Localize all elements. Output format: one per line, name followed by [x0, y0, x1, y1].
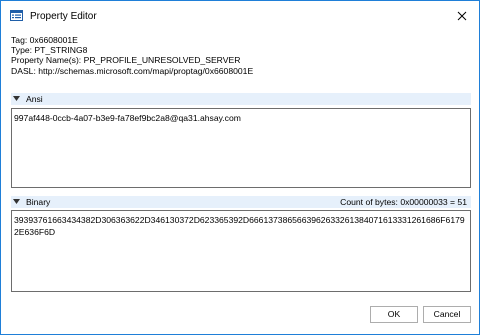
binary-textbox[interactable]: 39393761663434382D306363622D346130372D62… — [11, 210, 471, 292]
chevron-down-icon[interactable] — [13, 96, 20, 102]
ansi-section-header[interactable]: Ansi — [11, 93, 471, 105]
property-editor-icon — [10, 10, 23, 21]
ansi-value: 997af448-0ccb-4a07-b3e9-fa78ef9bc2a8@qa3… — [14, 113, 241, 123]
binary-section-header[interactable]: Binary Count of bytes: 0x00000033 = 51 — [11, 196, 471, 208]
chevron-down-icon[interactable] — [13, 199, 20, 205]
ansi-label: Ansi — [26, 94, 43, 104]
ansi-textbox[interactable]: 997af448-0ccb-4a07-b3e9-fa78ef9bc2a8@qa3… — [11, 108, 471, 188]
dasl-text: DASL: http://schemas.microsoft.com/mapi/… — [11, 65, 254, 76]
title-bar: Property Editor — [1, 1, 479, 31]
close-icon — [457, 11, 467, 21]
property-names-text: Property Name(s): PR_PROFILE_UNRESOLVED_… — [11, 55, 241, 66]
property-info: Tag: 0x6608001E Type: PT_STRING8 Propert… — [11, 35, 253, 76]
binary-label: Binary — [26, 197, 51, 207]
binary-value: 39393761663434382D306363622D346130372D62… — [14, 215, 465, 237]
cancel-button[interactable]: Cancel — [423, 306, 471, 323]
close-button[interactable] — [453, 7, 471, 25]
property-editor-window: Property Editor Tag: 0x6608001E Type: PT… — [0, 0, 480, 335]
ok-button[interactable]: OK — [370, 306, 418, 323]
window-title: Property Editor — [30, 11, 97, 22]
tag-text: Tag: 0x6608001E — [11, 35, 78, 45]
type-text: Type: PT_STRING8 — [11, 45, 88, 56]
byte-count: Count of bytes: 0x00000033 = 51 — [340, 197, 467, 207]
